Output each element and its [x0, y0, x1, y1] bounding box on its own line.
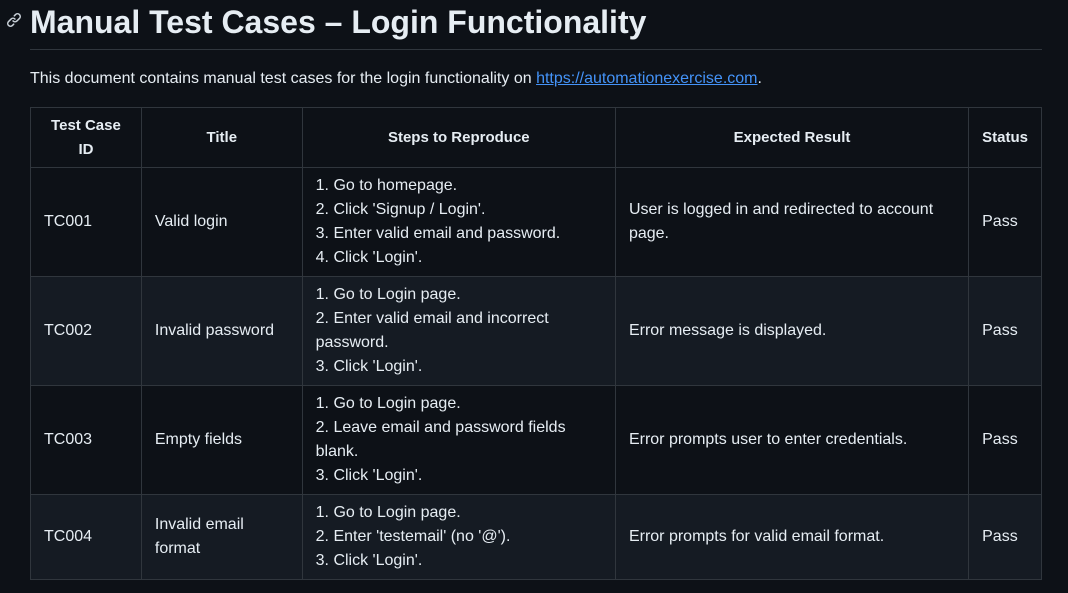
intro-end: .	[757, 70, 762, 87]
page-title: Manual Test Cases – Login Functionality	[30, 4, 647, 40]
cell-steps: 1. Go to Login page. 2. Enter 'testemail…	[301, 494, 616, 580]
cell-steps: 1. Go to homepage. 2. Click 'Signup / Lo…	[301, 167, 616, 277]
cell-status: Pass	[968, 167, 1042, 277]
cell-test-case-id: TC002	[30, 276, 142, 386]
header-expected-result: Expected Result	[614, 107, 970, 168]
cell-title: Invalid password	[140, 276, 303, 386]
cell-title: Valid login	[140, 167, 303, 277]
link-icon[interactable]	[6, 12, 22, 28]
cell-expected-result: Error message is displayed.	[614, 276, 970, 386]
table-row: TC004 Invalid email format 1. Go to Logi…	[30, 494, 1042, 580]
intro-link[interactable]: https://automationexercise.com	[536, 70, 757, 87]
table-header: Test Case ID Title Steps to Reproduce Ex…	[30, 107, 1042, 168]
intro-paragraph: This document contains manual test cases…	[30, 67, 762, 91]
table-body: TC001 Valid login 1. Go to homepage. 2. …	[30, 167, 1042, 580]
header-test-case-id: Test Case ID	[30, 107, 142, 168]
cell-test-case-id: TC004	[30, 494, 142, 580]
header-title: Title	[140, 107, 303, 168]
header-row: Test Case ID Title Steps to Reproduce Ex…	[30, 107, 1042, 168]
cell-expected-result: Error prompts user to enter credentials.	[614, 385, 970, 495]
cell-status: Pass	[968, 494, 1042, 580]
header-steps: Steps to Reproduce	[301, 107, 616, 168]
cell-steps: 1. Go to Login page. 2. Enter valid emai…	[301, 276, 616, 386]
cell-expected-result: User is logged in and redirected to acco…	[614, 167, 970, 277]
cell-title: Empty fields	[140, 385, 303, 495]
cell-steps: 1. Go to Login page. 2. Leave email and …	[301, 385, 616, 495]
cell-test-case-id: TC003	[30, 385, 142, 495]
header-status: Status	[968, 107, 1042, 168]
cell-status: Pass	[968, 385, 1042, 495]
table-row: TC002 Invalid password 1. Go to Login pa…	[30, 276, 1042, 386]
title-divider	[30, 49, 1042, 50]
test-cases-table: Test Case ID Title Steps to Reproduce Ex…	[30, 107, 1042, 580]
intro-text: This document contains manual test cases…	[30, 70, 537, 87]
cell-test-case-id: TC001	[30, 167, 142, 277]
cell-title: Invalid email format	[140, 494, 303, 580]
table-row: TC001 Valid login 1. Go to homepage. 2. …	[30, 167, 1042, 277]
cell-status: Pass	[968, 276, 1042, 386]
table-row: TC003 Empty fields 1. Go to Login page. …	[30, 385, 1042, 495]
cell-expected-result: Error prompts for valid email format.	[614, 494, 970, 580]
